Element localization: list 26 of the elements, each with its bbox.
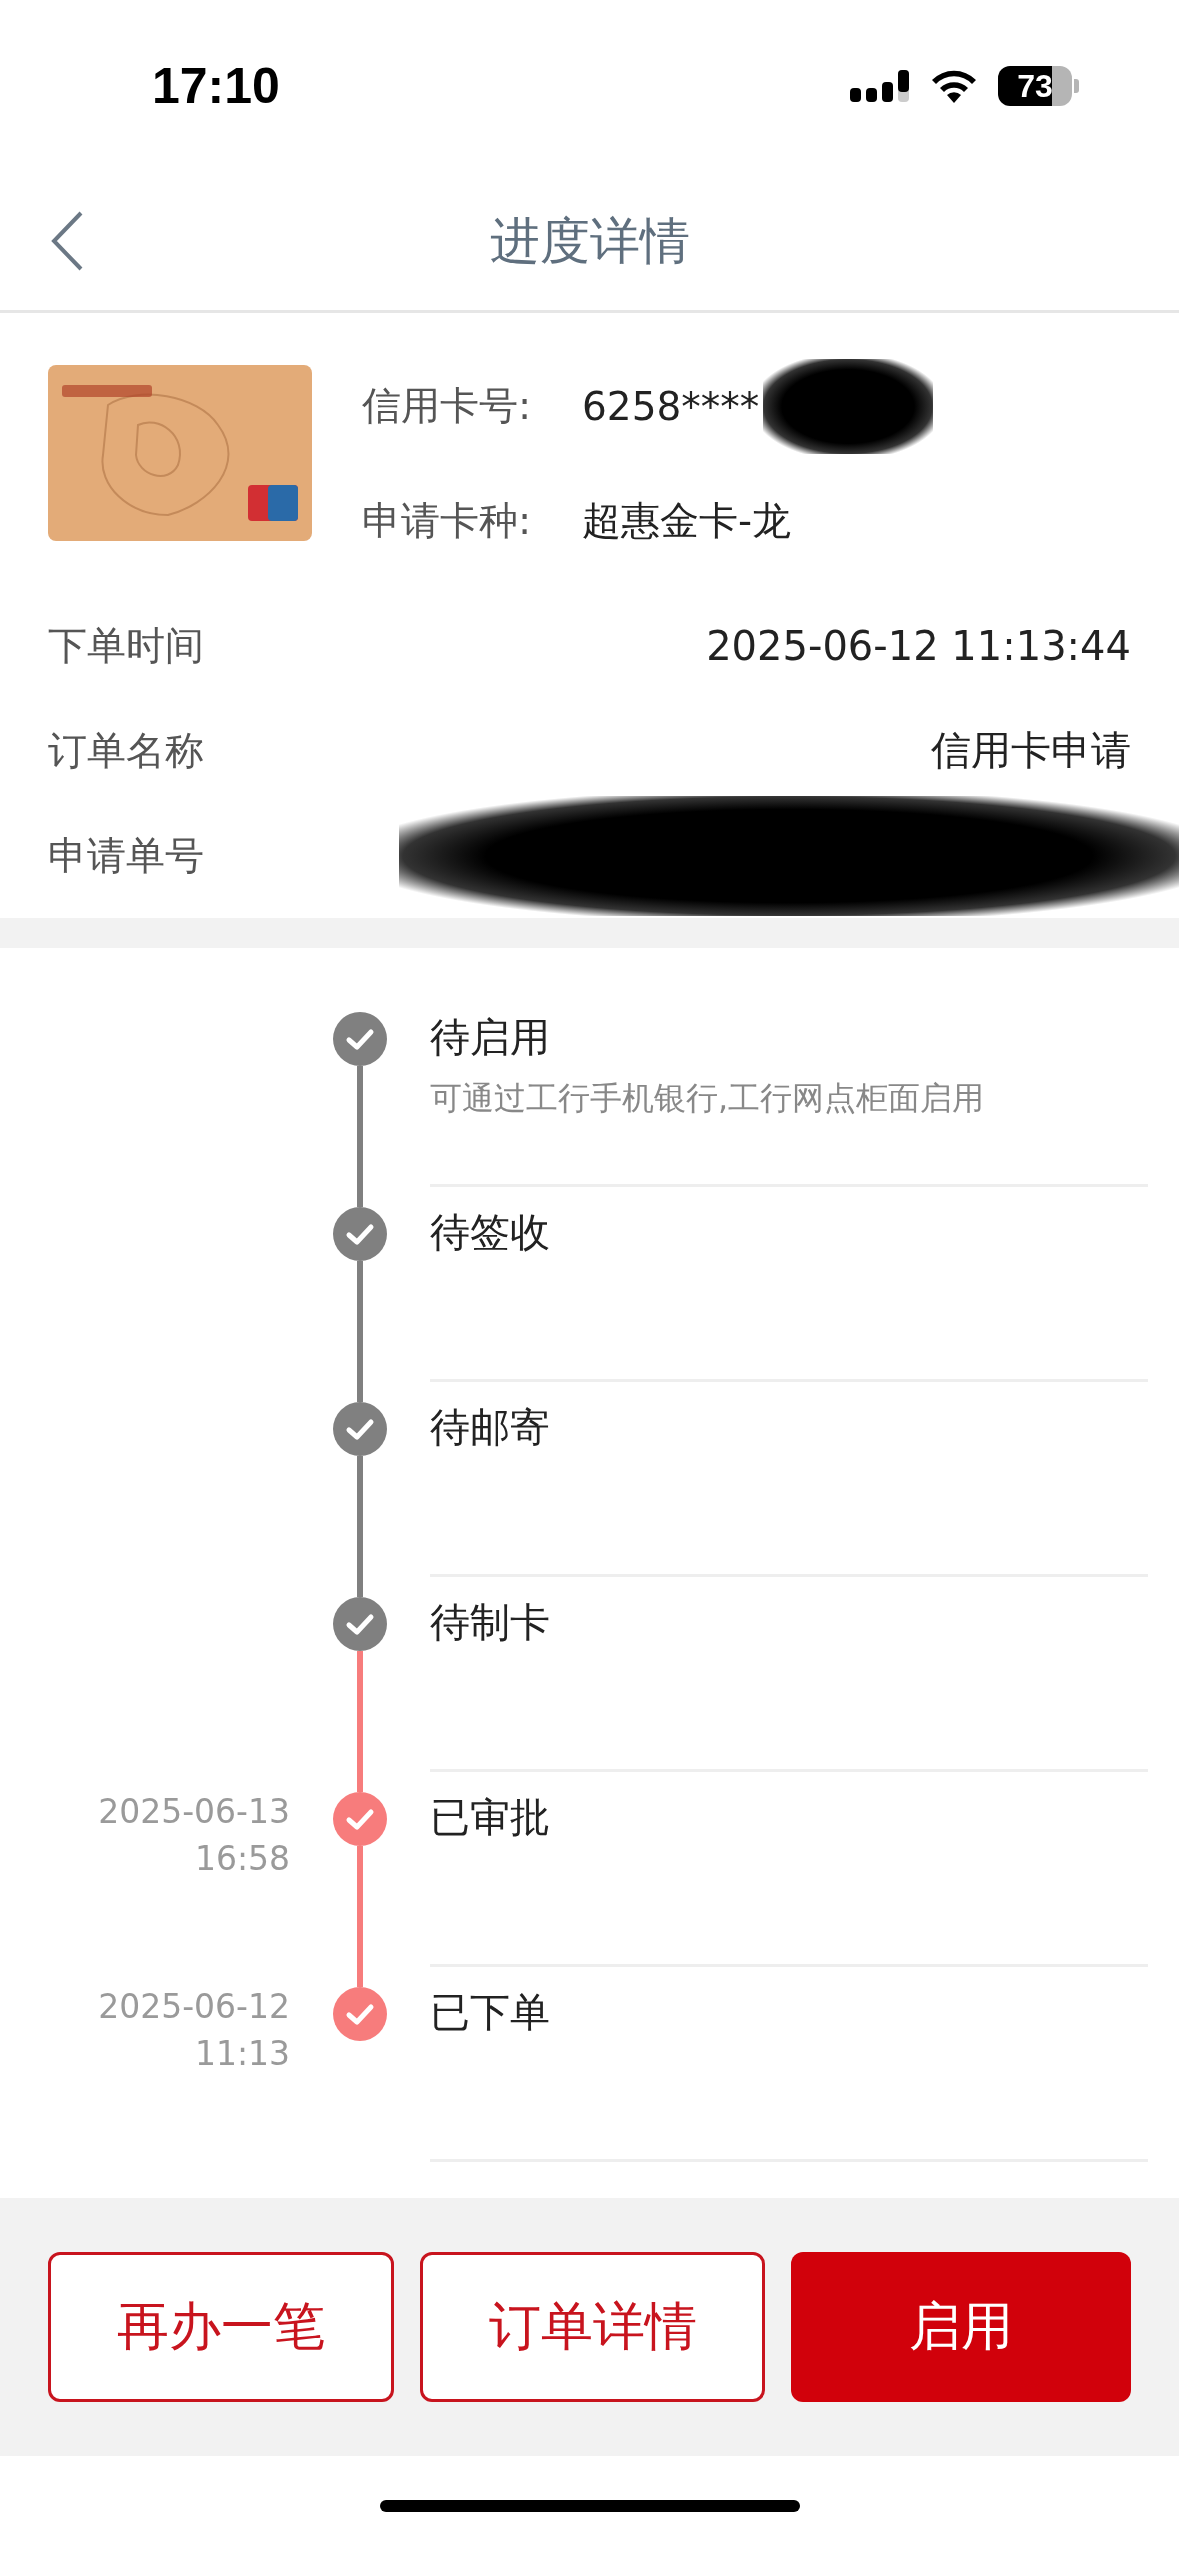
activate-button[interactable]: 启用 (791, 2252, 1131, 2402)
info-label: 下单时间 (48, 621, 204, 670)
step-title: 待签收 (430, 1208, 551, 1257)
step-date: 2025-06-12 (98, 1987, 290, 2026)
status-time: 17:10 (152, 57, 280, 115)
info-label: 申请单号 (48, 831, 204, 880)
step-description: 可通过工行手机银行,工行网点柜面启用 (430, 1078, 986, 1119)
field-label: 信用卡号: (362, 382, 533, 430)
step-title: 已审批 (430, 1793, 551, 1842)
step-time: 16:58 (194, 1839, 290, 1878)
info-label: 订单名称 (48, 726, 204, 775)
info-value: 信用卡申请 (931, 726, 1131, 775)
step-date: 2025-06-13 (98, 1792, 290, 1831)
step-title: 待制卡 (430, 1598, 551, 1647)
step-title: 待启用 (430, 1013, 551, 1062)
page-title: 进度详情 (489, 210, 690, 272)
field-label: 申请卡种: (362, 496, 533, 545)
info-value: 2025-06-12 11:13:44 (706, 622, 1131, 669)
field-value: 6258**** (582, 383, 760, 429)
back-icon[interactable] (50, 210, 84, 272)
action-button[interactable]: 订单详情 (419, 2252, 766, 2402)
field-value: 超惠金卡-龙 (582, 496, 792, 545)
step-title: 已下单 (430, 1988, 551, 2037)
step-time: 11:13 (194, 2034, 290, 2073)
step-title: 待邮寄 (430, 1403, 551, 1452)
action-button[interactable]: 再办一笔 (48, 2252, 394, 2402)
